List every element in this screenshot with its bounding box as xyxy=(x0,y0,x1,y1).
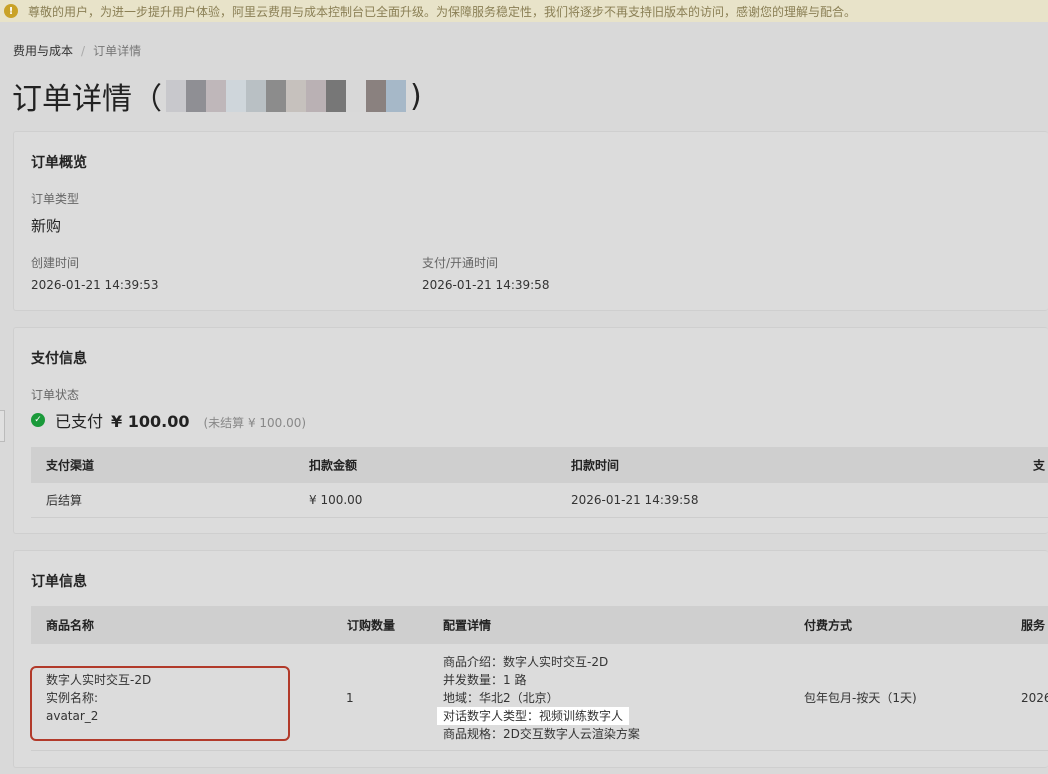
quantity-cell: 1 xyxy=(346,689,354,707)
col-config: 配置详情 xyxy=(443,618,492,633)
deduct-time-cell: 2026-01-21 14:39:58 xyxy=(571,493,699,507)
config-region: 地域：华北2（北京） xyxy=(443,691,559,705)
table-row: 后结算 ¥ 100.00 2026-01-21 14:39:58 xyxy=(31,483,1048,518)
paid-time-label: 支付/开通时间 xyxy=(422,256,499,270)
page-title: 订单详情（ ) xyxy=(12,76,422,118)
service-cell: 2026 xyxy=(1021,689,1048,707)
breadcrumb-parent-link[interactable]: 费用与成本 xyxy=(13,42,73,59)
deduct-amount-cell: ¥ 100.00 xyxy=(309,493,363,507)
payment-info-card: 支付信息 订单状态 ✓ 已支付 ¥ 100.00 (未结算 ¥ 100.00) … xyxy=(13,327,1048,534)
page-title-text: 订单详情（ xyxy=(12,82,162,117)
billing-cell: 包年包月-按天（1天) xyxy=(804,689,917,707)
service-value: 2026 xyxy=(1021,691,1048,705)
side-collapse-handle[interactable] xyxy=(0,410,5,442)
status-text: 已支付 xyxy=(55,412,104,431)
col-product-name: 商品名称 xyxy=(46,618,95,633)
col-deduct-time: 扣款时间 xyxy=(571,458,620,473)
payment-channel-cell: 后结算 xyxy=(46,493,83,508)
billing-value: 包年包月-按天（1天) xyxy=(804,691,917,705)
config-avatar-type: 对话数字人类型：视频训练数字人 xyxy=(437,707,630,725)
created-time-label: 创建时间 xyxy=(31,256,80,270)
order-type-label: 订单类型 xyxy=(31,192,80,206)
config-spec: 商品规格：2D交互数字人云渲染方案 xyxy=(443,727,640,741)
quantity-value: 1 xyxy=(346,691,354,705)
order-status-label: 订单状态 xyxy=(31,388,80,402)
breadcrumb: 费用与成本 / 订单详情 xyxy=(13,42,141,59)
paid-amount: ¥ 100.00 xyxy=(111,412,190,431)
config-cell: 商品介绍：数字人实时交互-2D 并发数量：1 路 地域：华北2（北京） 对话数字… xyxy=(437,653,640,743)
breadcrumb-current: 订单详情 xyxy=(93,44,142,58)
order-overview-card: 订单概览 订单类型 新购 创建时间 2026-01-21 14:39:53 支付… xyxy=(13,131,1048,311)
instance-name: avatar_2 xyxy=(46,709,99,723)
col-deduct-amount: 扣款金额 xyxy=(309,458,358,473)
payment-info-title: 支付信息 xyxy=(31,351,87,367)
col-partial: 支 xyxy=(1033,458,1046,473)
config-concurrency: 并发数量：1 路 xyxy=(443,673,527,687)
page-title-close: ) xyxy=(410,78,422,114)
notice-text: 尊敬的用户，为进一步提升用户体验，阿里云费用与成本控制台已全面升级。为保障服务稳… xyxy=(28,4,857,19)
unsettled-amount: (未结算 ¥ 100.00) xyxy=(203,416,307,430)
product-name-cell: 数字人实时交互-2D 实例名称: avatar_2 xyxy=(46,671,151,725)
order-info-title: 订单信息 xyxy=(31,574,87,590)
created-time-value: 2026-01-21 14:39:53 xyxy=(31,278,159,292)
col-quantity: 订购数量 xyxy=(347,618,396,633)
order-table-header: 商品名称 订购数量 配置详情 付费方式 服务 xyxy=(31,606,1048,644)
instance-label: 实例名称: xyxy=(46,691,99,705)
breadcrumb-separator: / xyxy=(81,43,86,58)
redacted-order-id xyxy=(166,80,406,112)
paid-time-value: 2026-01-21 14:39:58 xyxy=(422,278,550,292)
col-service: 服务 xyxy=(1021,618,1046,633)
warning-icon: ! xyxy=(4,4,18,18)
check-circle-icon: ✓ xyxy=(31,413,45,427)
notice-banner: ! 尊敬的用户，为进一步提升用户体验，阿里云费用与成本控制台已全面升级。为保障服… xyxy=(0,0,1048,22)
col-billing: 付费方式 xyxy=(804,618,853,633)
config-intro: 商品介绍：数字人实时交互-2D xyxy=(443,655,609,669)
order-type-value: 新购 xyxy=(31,217,62,235)
col-payment-channel: 支付渠道 xyxy=(46,458,95,473)
order-overview-title: 订单概览 xyxy=(31,155,87,171)
order-status: ✓ 已支付 ¥ 100.00 (未结算 ¥ 100.00) xyxy=(31,408,306,432)
payment-table-header: 支付渠道 扣款金额 扣款时间 支 xyxy=(31,447,1048,483)
product-name: 数字人实时交互-2D xyxy=(46,673,152,687)
